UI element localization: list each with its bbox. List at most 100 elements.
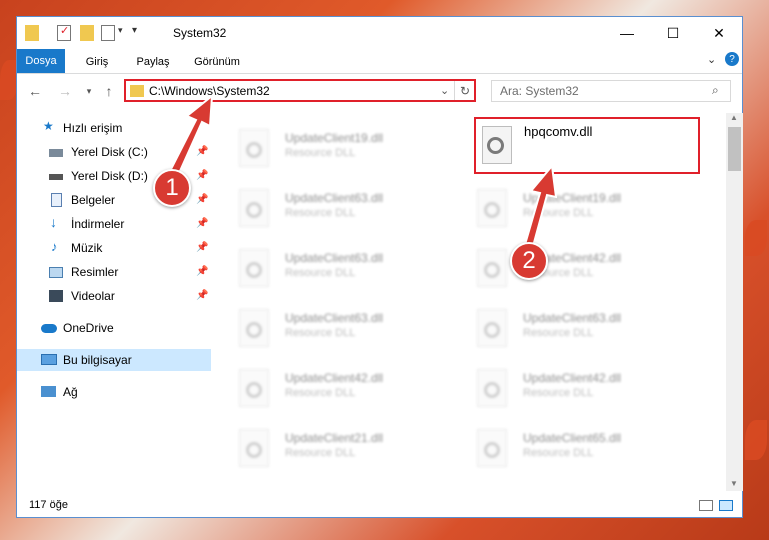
file-name: UpdateClient63.dll [285,251,384,265]
forward-button[interactable]: → [55,80,75,102]
folder-icon [130,85,144,97]
help-icon[interactable]: ? [725,52,739,66]
dll-file-icon [239,129,269,167]
nav-this-pc[interactable]: Bu bilgisayar [17,349,211,371]
file-item[interactable]: UpdateClient63.dll Resource DLL [227,183,447,233]
customize-toolbar-icon[interactable]: ▾ [132,25,137,36]
maximize-button[interactable]: ☐ [650,17,696,49]
computer-icon [41,354,57,365]
file-item[interactable]: UpdateClient42.dll Resource DLL [227,363,447,413]
address-dropdown-icon[interactable]: ⌄ [440,84,449,97]
scrollbar-thumb[interactable] [728,127,741,171]
window-title: System32 [173,26,227,40]
file-item[interactable]: UpdateClient65.dll Resource DLL [465,423,685,473]
view-icon[interactable] [101,25,115,41]
folder-icon [25,25,39,41]
nav-quick-access[interactable]: ★ Hızlı erişim [17,117,211,139]
nav-videos[interactable]: Videolar 📌 [17,285,211,307]
pin-icon[interactable]: 📌 [196,218,208,229]
scroll-up-icon[interactable]: ▲ [730,113,738,122]
nav-label: Ağ [63,385,78,399]
nav-pictures[interactable]: Resimler 📌 [17,261,211,283]
search-icon: ⌕ [712,83,719,97]
details-view-icon[interactable] [699,500,713,511]
refresh-icon[interactable]: ↻ [454,81,475,100]
gear-icon [246,382,262,398]
dll-file-icon [477,189,507,227]
scroll-down-icon[interactable]: ▼ [730,479,738,488]
pin-icon[interactable]: 📌 [196,266,208,277]
address-path: C:\Windows\System32 [149,84,270,98]
dll-file-icon [239,429,269,467]
file-type: Resource DLL [285,387,356,399]
file-name: UpdateClient63.dll [285,311,384,325]
file-type: Resource DLL [285,207,356,219]
file-name: hpqcomv.dll [524,124,593,139]
highlighted-file-item[interactable]: hpqcomv.dll [474,117,700,174]
nav-label: Bu bilgisayar [63,353,132,367]
music-icon: ♪ [51,239,58,254]
nav-label: Resimler [71,265,119,279]
file-item[interactable]: UpdateClient19.dll Resource DLL [465,183,685,233]
file-item[interactable]: UpdateClient63.dll Resource DLL [227,243,447,293]
nav-local-disk-c[interactable]: Yerel Disk (C:) 📌 [17,141,211,163]
nav-label: Videolar [71,289,115,303]
pin-icon[interactable]: 📌 [196,290,208,301]
file-item[interactable]: UpdateClient42.dll Resource DLL [465,243,685,293]
nav-network[interactable]: Ağ [17,381,211,403]
tab-paylas[interactable]: Paylaş [133,52,173,72]
ribbon-tabs: Dosya Giriş Paylaş Görünüm ⌄ ? [17,49,742,74]
file-type: Resource DLL [285,147,356,159]
status-bar: 117 öğe [17,495,742,517]
gear-icon [484,442,500,458]
nav-label: Yerel Disk (C:) [71,145,148,159]
file-item[interactable]: UpdateClient42.dll Resource DLL [465,363,685,413]
pin-icon[interactable]: 📌 [196,170,208,181]
properties-icon[interactable]: ✓ [57,25,71,41]
tab-giris[interactable]: Giriş [79,52,115,72]
file-item[interactable]: UpdateClient19.dll Resource DLL [227,123,447,173]
file-item[interactable]: UpdateClient63.dll Resource DLL [227,303,447,353]
nav-music[interactable]: ♪ Müzik 📌 [17,237,211,259]
file-type: Resource DLL [285,447,356,459]
address-bar[interactable]: C:\Windows\System32 ⌄ ↻ [124,79,476,102]
pin-icon[interactable]: 📌 [196,146,208,157]
recent-locations-dropdown[interactable]: ▾ [79,80,99,102]
close-button[interactable]: ✕ [696,17,742,49]
file-name: UpdateClient63.dll [523,311,622,325]
gear-icon [484,202,500,218]
annotation-two: 2 [510,242,548,280]
file-item[interactable]: UpdateClient21.dll Resource DLL [227,423,447,473]
gear-icon [484,262,500,278]
pin-icon[interactable]: 📌 [196,194,208,205]
pin-icon[interactable]: 📌 [196,242,208,253]
up-button[interactable]: ↑ [99,80,119,102]
vertical-scrollbar[interactable]: ▲ ▼ [726,113,743,491]
gear-icon [246,262,262,278]
explorer-window: ✓ ▾ ▾ System32 — ☐ ✕ Dosya Giriş Paylaş … [16,16,743,518]
large-icons-view-icon[interactable] [719,500,733,511]
new-folder-icon[interactable] [80,25,94,41]
expand-ribbon-icon[interactable]: ⌄ [707,53,716,66]
minimize-button[interactable]: — [604,17,650,49]
nav-onedrive[interactable]: OneDrive [17,317,211,339]
quick-access-dropdown-icon[interactable]: ▾ [118,25,123,36]
gear-icon [246,202,262,218]
search-input[interactable]: Ara: System32 ⌕ [491,80,731,102]
item-count: 117 öğe [29,499,68,511]
gear-icon [487,137,504,154]
nav-label: Hızlı erişim [63,121,123,135]
dll-file-icon [239,249,269,287]
file-name: UpdateClient42.dll [523,371,622,385]
gear-icon [246,442,262,458]
title-bar: ✓ ▾ ▾ System32 — ☐ ✕ [17,17,742,49]
file-item[interactable]: UpdateClient63.dll Resource DLL [465,303,685,353]
file-type: Resource DLL [285,267,356,279]
dll-file-icon [482,126,512,164]
nav-downloads[interactable]: ↓ İndirmeler 📌 [17,213,211,235]
search-placeholder: Ara: System32 [500,84,579,98]
dll-file-icon [477,309,507,347]
tab-dosya[interactable]: Dosya [17,49,65,73]
back-button[interactable]: ← [25,80,45,102]
tab-gorunum[interactable]: Görünüm [191,52,243,72]
